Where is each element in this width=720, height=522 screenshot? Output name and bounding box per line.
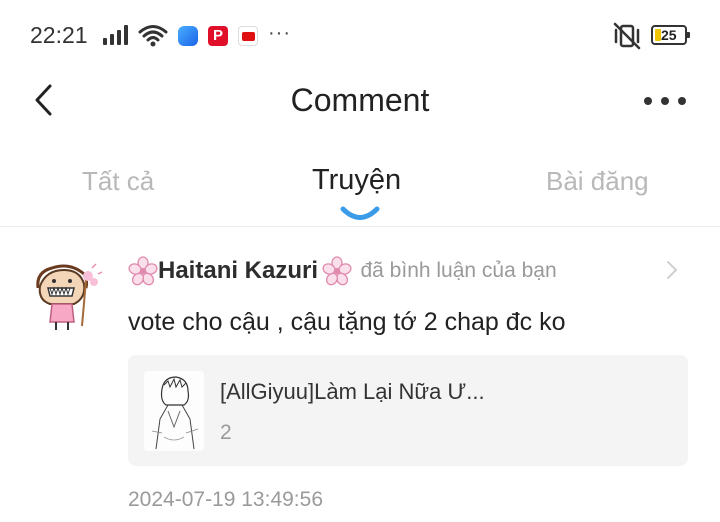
story-title: [AllGiyuu]Làm Lại Nữa Ư... — [220, 379, 485, 404]
tab-active-indicator — [340, 206, 380, 220]
youtube-icon — [238, 26, 258, 46]
more-options-button[interactable] — [640, 90, 690, 114]
signal-icon — [103, 25, 131, 45]
story-number: 2 — [220, 421, 232, 444]
page-title: Comment — [290, 82, 430, 118]
avatar[interactable] — [30, 260, 106, 334]
battery-level: 25 — [661, 27, 677, 43]
tab-stories[interactable]: Truyện — [312, 164, 401, 197]
story-card[interactable]: [AllGiyuu]Làm Lại Nữa Ư... 2 — [128, 355, 688, 466]
flower-icon — [322, 256, 353, 286]
battery-icon: 25 — [651, 25, 690, 45]
messenger-icon — [178, 26, 198, 46]
pinterest-icon: P — [208, 26, 228, 46]
tab-posts[interactable]: Bài đăng — [546, 166, 649, 197]
vibrate-mute-icon — [613, 22, 641, 50]
username[interactable]: Haitani Kazuri — [158, 257, 318, 284]
comment-action-text: đã bình luận của bạn — [360, 259, 557, 282]
chevron-right-icon[interactable] — [664, 258, 680, 282]
tab-bar: Tất cả Truyện Bài đăng — [0, 150, 720, 227]
flower-icon — [128, 256, 158, 286]
comment-text: vote cho cậu , cậu tặng tớ 2 chap đc ko — [128, 308, 566, 336]
comment-timestamp: 2024-07-19 13:49:56 — [128, 488, 323, 511]
header: Comment — [0, 72, 720, 132]
status-bar: 22:21 P ··· 25 — [0, 0, 720, 72]
tab-all[interactable]: Tất cả — [82, 166, 154, 197]
more-notifications-indicator: ··· — [268, 22, 291, 44]
story-cover-image — [144, 371, 204, 451]
wifi-icon — [138, 25, 168, 47]
comment-header: Haitani Kazuri đã bình luận của bạn — [128, 256, 688, 288]
status-time: 22:21 — [30, 22, 88, 48]
